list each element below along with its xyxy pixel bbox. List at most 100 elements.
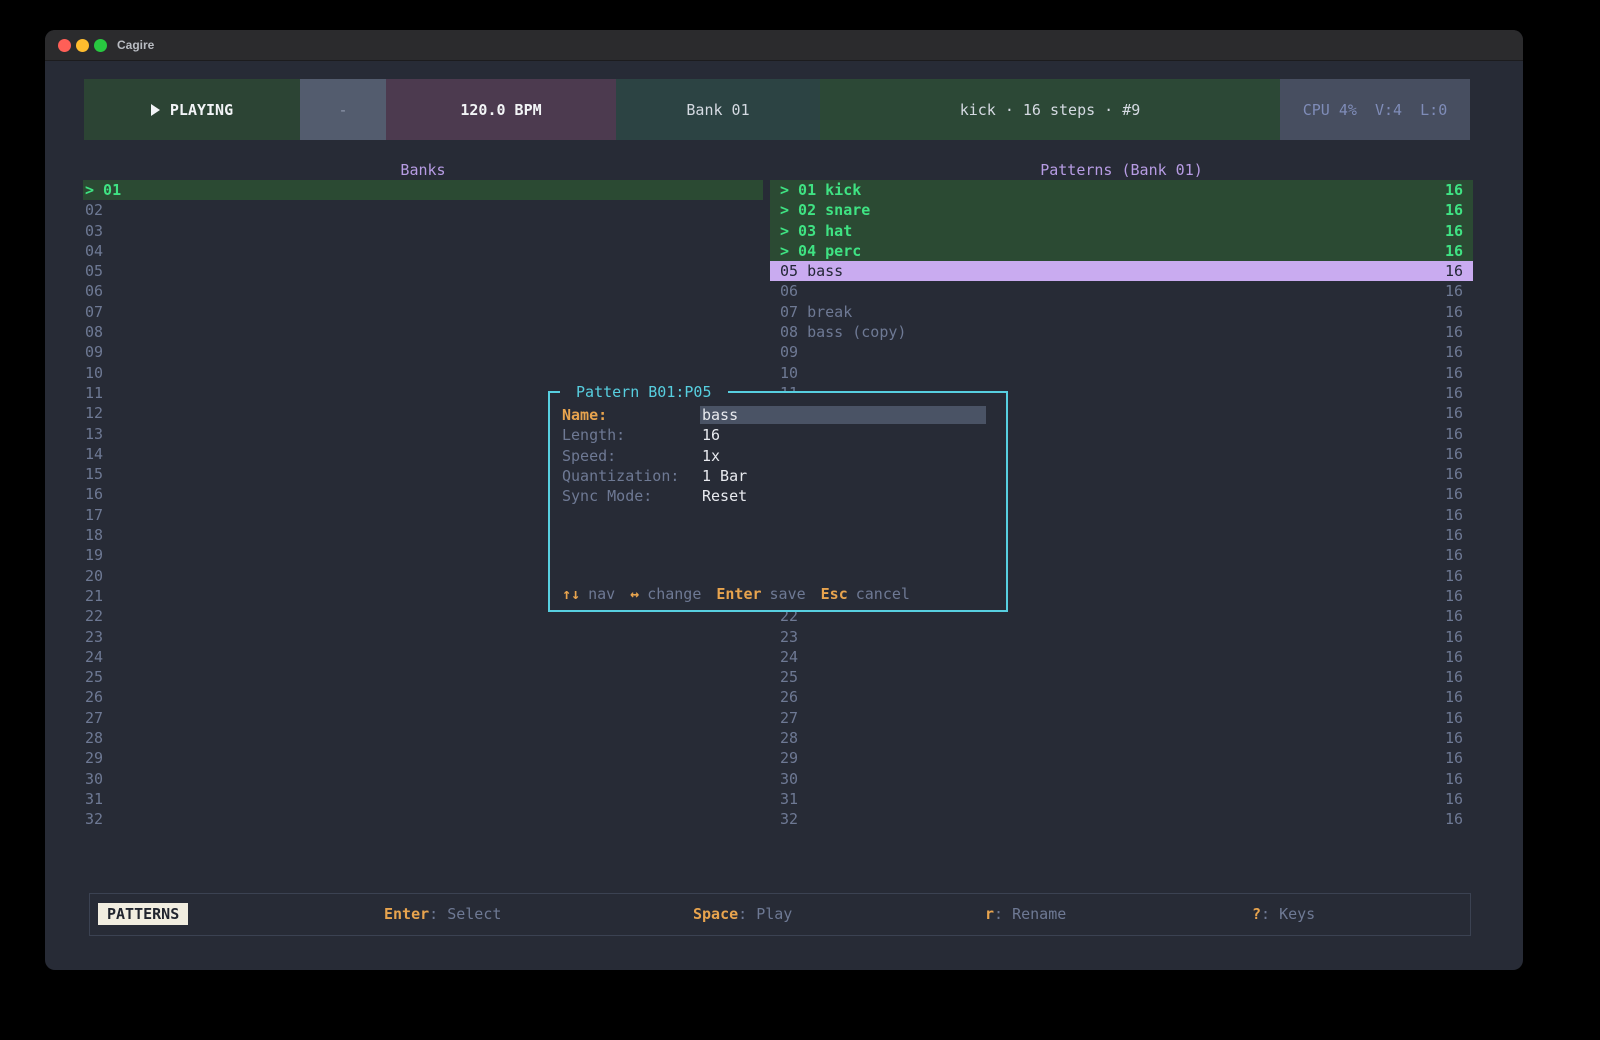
key-hint-label: nav bbox=[588, 585, 615, 603]
transport-label: PLAYING bbox=[170, 101, 233, 119]
bank-row[interactable]: 23 bbox=[83, 627, 763, 647]
key-hint-label: : Play bbox=[738, 905, 792, 923]
dialog-field-value[interactable]: Reset bbox=[702, 486, 747, 506]
bank-row[interactable]: 09 bbox=[83, 342, 763, 362]
pattern-row[interactable]: 08 bass (copy)16 bbox=[770, 322, 1473, 342]
name-input[interactable]: bass bbox=[700, 406, 986, 424]
pattern-row[interactable]: 0916 bbox=[770, 342, 1473, 362]
pattern-row[interactable]: 3216 bbox=[770, 809, 1473, 829]
bank-row-label: 20 bbox=[85, 567, 103, 585]
pattern-step-count: 16 bbox=[1445, 363, 1463, 383]
pattern-row[interactable]: 0616 bbox=[770, 281, 1473, 301]
bank-row[interactable]: 08 bbox=[83, 322, 763, 342]
bank-row[interactable]: 05 bbox=[83, 261, 763, 281]
pattern-row-label: > 01 kick bbox=[780, 181, 861, 199]
pattern-row-label: 28 bbox=[780, 729, 798, 747]
bank-row[interactable]: 03 bbox=[83, 221, 763, 241]
key-hint: Enter: Select bbox=[384, 905, 501, 923]
key-hint-label: : Keys bbox=[1261, 905, 1315, 923]
pattern-step-count: 16 bbox=[1445, 200, 1463, 220]
dialog-field-label: Length: bbox=[562, 425, 625, 445]
pattern-row-label: 08 bass (copy) bbox=[780, 323, 906, 341]
dialog-field-value[interactable]: 1 Bar bbox=[702, 466, 747, 486]
bank-row[interactable]: 24 bbox=[83, 647, 763, 667]
pattern-row[interactable]: 05 bass16 bbox=[770, 261, 1473, 281]
pattern-step-count: 16 bbox=[1445, 789, 1463, 809]
pattern-row-label: 29 bbox=[780, 749, 798, 767]
bank-row[interactable]: 02 bbox=[83, 200, 763, 220]
mode-badge: PATTERNS bbox=[98, 903, 188, 925]
bank-row[interactable]: 07 bbox=[83, 302, 763, 322]
pattern-row[interactable]: 2816 bbox=[770, 728, 1473, 748]
pattern-row[interactable]: > 04 perc16 bbox=[770, 241, 1473, 261]
bank-row-label: 29 bbox=[85, 749, 103, 767]
pattern-row[interactable]: 3116 bbox=[770, 789, 1473, 809]
dialog-field-value[interactable]: 16 bbox=[702, 425, 720, 445]
bank-row[interactable]: 25 bbox=[83, 667, 763, 687]
bank-row-label: 13 bbox=[85, 425, 103, 443]
bank-row[interactable]: 32 bbox=[83, 809, 763, 829]
dialog-field: Name:bass bbox=[550, 405, 1006, 425]
bank-row-label: 27 bbox=[85, 709, 103, 727]
key-hint-label: change bbox=[647, 585, 701, 603]
bank-row-label: 26 bbox=[85, 688, 103, 706]
key-hint: Entersave bbox=[716, 585, 805, 603]
app-window: Cagire PLAYING - 120.0 BPM Bank 01 kick … bbox=[45, 30, 1523, 970]
zoom-window-button[interactable] bbox=[94, 39, 107, 52]
banks-header: Banks bbox=[83, 160, 763, 180]
pattern-row[interactable]: 2716 bbox=[770, 708, 1473, 728]
bank-row[interactable]: 06 bbox=[83, 281, 763, 301]
pattern-row-label: > 04 perc bbox=[780, 242, 861, 260]
bank-row[interactable]: 26 bbox=[83, 687, 763, 707]
pattern-step-count: 16 bbox=[1445, 281, 1463, 301]
topbar-spacer-cell: - bbox=[300, 79, 386, 140]
bank-row[interactable]: 10 bbox=[83, 363, 763, 383]
pattern-row-label: 23 bbox=[780, 628, 798, 646]
bank-row[interactable]: 30 bbox=[83, 769, 763, 789]
minimize-window-button[interactable] bbox=[76, 39, 89, 52]
pattern-row[interactable]: 07 break16 bbox=[770, 302, 1473, 322]
pattern-row[interactable]: 2916 bbox=[770, 748, 1473, 768]
pattern-row[interactable]: > 02 snare16 bbox=[770, 200, 1473, 220]
pattern-row[interactable]: 2316 bbox=[770, 627, 1473, 647]
bank-row[interactable]: 31 bbox=[83, 789, 763, 809]
dialog-fields: Name:bassLength:16Speed:1xQuantization:1… bbox=[550, 405, 1006, 506]
bank-row-label: 15 bbox=[85, 465, 103, 483]
bank-row-label: 18 bbox=[85, 526, 103, 544]
pattern-row[interactable]: > 03 hat16 bbox=[770, 221, 1473, 241]
pattern-row[interactable]: 3016 bbox=[770, 769, 1473, 789]
bank-row[interactable]: 04 bbox=[83, 241, 763, 261]
pattern-step-count: 16 bbox=[1445, 180, 1463, 200]
pattern-step-count: 16 bbox=[1445, 545, 1463, 565]
pattern-row-label: 24 bbox=[780, 648, 798, 666]
dialog-field-value[interactable]: 1x bbox=[702, 446, 720, 466]
pattern-row[interactable]: 1016 bbox=[770, 363, 1473, 383]
pattern-row[interactable]: 2516 bbox=[770, 667, 1473, 687]
bpm-display: 120.0 BPM bbox=[386, 79, 616, 140]
pattern-step-count: 16 bbox=[1445, 687, 1463, 707]
pattern-step-count: 16 bbox=[1445, 302, 1463, 322]
pattern-row[interactable]: 2416 bbox=[770, 647, 1473, 667]
pattern-info-display: kick · 16 steps · #9 bbox=[820, 79, 1280, 140]
close-window-button[interactable] bbox=[58, 39, 71, 52]
bank-row[interactable]: > 01 bbox=[83, 180, 763, 200]
bank-row-label: 03 bbox=[85, 222, 103, 240]
patterns-header: Patterns (Bank 01) bbox=[770, 160, 1473, 180]
bank-row-label: 22 bbox=[85, 607, 103, 625]
key-hint: ↑↓ nav bbox=[562, 585, 615, 603]
pattern-step-count: 16 bbox=[1445, 606, 1463, 626]
bank-row[interactable]: 29 bbox=[83, 748, 763, 768]
key-hint-key: Space bbox=[693, 905, 738, 923]
bank-row-label: 11 bbox=[85, 384, 103, 402]
bank-row-label: 06 bbox=[85, 282, 103, 300]
bank-row-label: > 01 bbox=[85, 181, 121, 199]
pattern-step-count: 16 bbox=[1445, 444, 1463, 464]
bank-row[interactable]: 27 bbox=[83, 708, 763, 728]
pattern-step-count: 16 bbox=[1445, 383, 1463, 403]
key-hint-key: ↑↓ bbox=[562, 585, 580, 603]
bank-row-label: 07 bbox=[85, 303, 103, 321]
key-hint: ?: Keys bbox=[1252, 905, 1315, 923]
bank-row[interactable]: 28 bbox=[83, 728, 763, 748]
pattern-row[interactable]: > 01 kick 16 bbox=[770, 180, 1473, 200]
pattern-row[interactable]: 2616 bbox=[770, 687, 1473, 707]
